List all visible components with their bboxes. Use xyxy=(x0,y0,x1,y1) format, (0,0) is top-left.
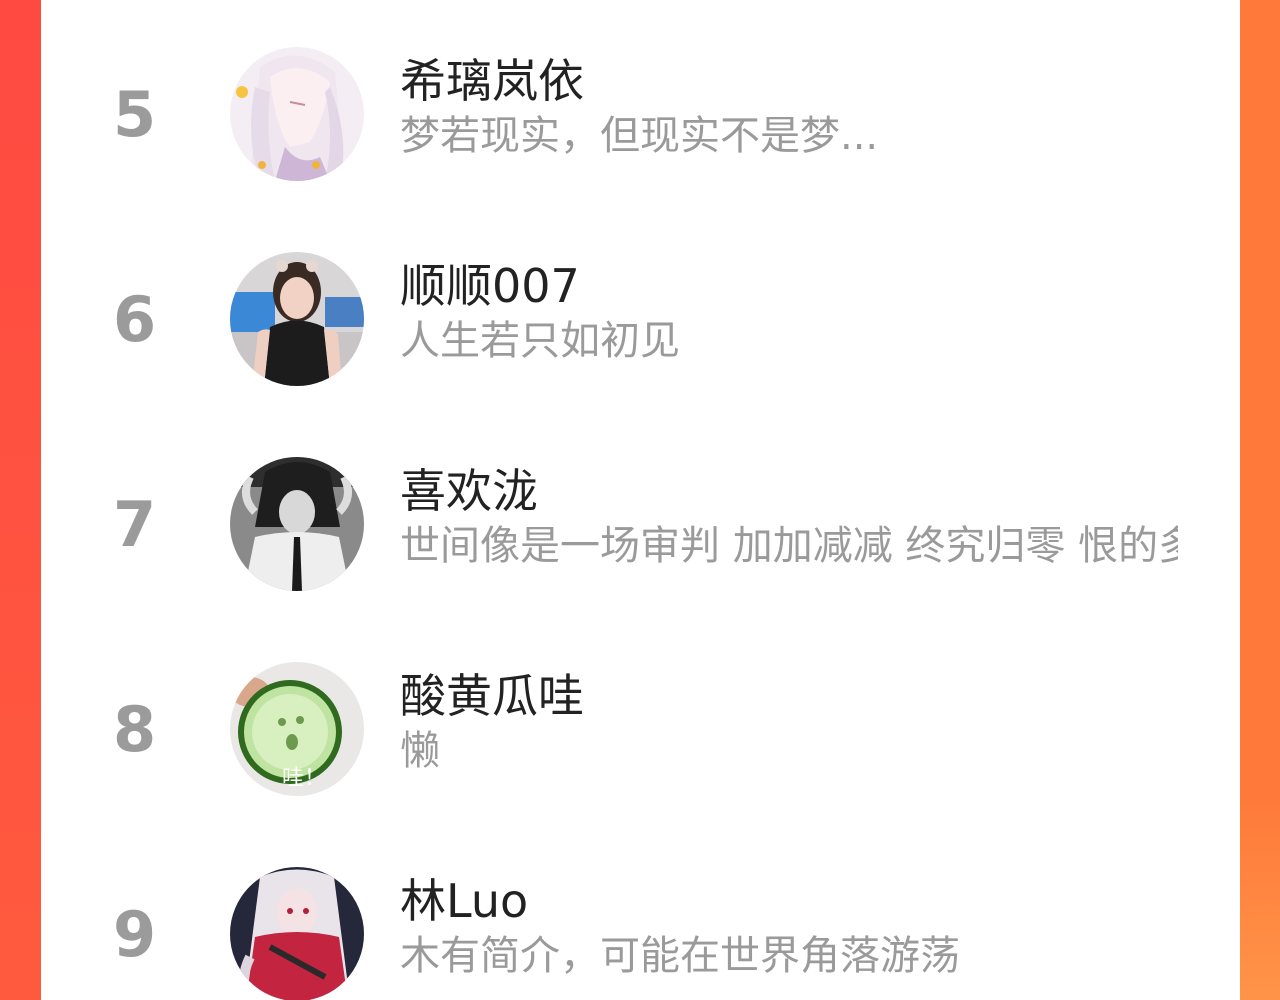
anime-girl-avatar-icon xyxy=(230,47,364,181)
list-item[interactable]: 8 哇！ 酸黄瓜哇 懒 xyxy=(41,662,1240,812)
user-name[interactable]: 林Luo xyxy=(400,873,528,929)
user-name[interactable]: 顺顺007 xyxy=(400,258,580,314)
woman-photo-avatar-icon xyxy=(230,252,364,386)
background-left-edge xyxy=(0,0,41,1000)
user-bio: 世间像是一场审判 加加减减 终究归零 恨的多 xyxy=(400,523,1178,569)
background-right-edge xyxy=(1240,0,1280,1000)
list-item[interactable]: 6 顺顺007 人生若只如初见 xyxy=(41,252,1240,402)
avatar[interactable] xyxy=(230,867,364,1000)
user-name[interactable]: 喜欢泷 xyxy=(400,463,538,519)
user-bio: 木有简介，可能在世界角落游荡 xyxy=(400,933,960,979)
rank-number: 9 xyxy=(113,898,157,971)
list-item[interactable]: 7 喜欢泷 世间像是一场审判 加加减减 终究归零 恨的多 xyxy=(41,457,1240,607)
grayscale-anime-avatar-icon xyxy=(230,457,364,591)
rank-number: 8 xyxy=(113,693,157,766)
user-name[interactable]: 希璃岚依 xyxy=(400,53,584,109)
avatar[interactable] xyxy=(230,47,364,181)
avatar-caption: 哇！ xyxy=(282,766,326,791)
rank-number: 7 xyxy=(113,488,157,561)
rank-number: 5 xyxy=(113,78,157,151)
avatar[interactable]: 哇！ xyxy=(230,662,364,796)
user-bio: 人生若只如初见 xyxy=(400,318,680,364)
avatar[interactable] xyxy=(230,252,364,386)
avatar[interactable] xyxy=(230,457,364,591)
anime-warrior-avatar-icon xyxy=(230,867,364,1000)
user-bio: 懒 xyxy=(400,728,440,774)
rank-number: 6 xyxy=(113,283,157,356)
user-name[interactable]: 酸黄瓜哇 xyxy=(400,668,584,724)
user-bio: 梦若现实，但现实不是梦... xyxy=(400,113,879,159)
list-item[interactable]: 5 希璃岚依 梦若现实，但现实不是梦... xyxy=(41,47,1240,197)
cucumber-slice-avatar-icon: 哇！ xyxy=(230,662,364,796)
list-item[interactable]: 9 林Luo 木有简介，可能在世界角落游荡 xyxy=(41,867,1240,1000)
ranking-list-card: 5 希璃岚依 梦若现实，但现实不是梦... 6 顺顺007 人生若只如初见 7 … xyxy=(41,0,1240,1000)
